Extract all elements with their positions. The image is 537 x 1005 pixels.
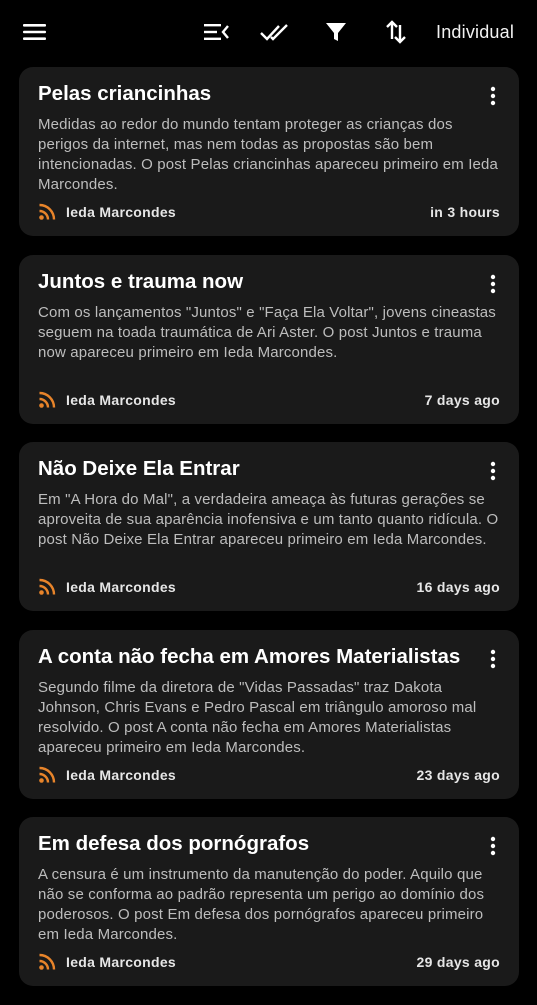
article-time: 7 days ago (424, 391, 500, 408)
article-footer: Ieda Marcondes 23 days ago (38, 765, 500, 785)
filter-icon[interactable] (320, 16, 352, 48)
sort-icon[interactable] (380, 16, 412, 48)
article-source: Ieda Marcondes (66, 391, 177, 408)
collapse-list-icon[interactable] (200, 16, 232, 48)
article-card[interactable]: Não Deixe Ela Entrar Em "A Hora do Mal",… (19, 442, 519, 611)
article-title: Juntos e trauma now (38, 269, 244, 293)
article-time: 16 days ago (416, 579, 500, 595)
article-description: Com os lançamentos "Juntos" e "Faça Ela … (38, 303, 496, 361)
rss-icon (38, 766, 56, 784)
article-source: Ieda Marcondes (66, 204, 177, 220)
view-mode-label[interactable]: Individual (436, 20, 514, 44)
more-vert-icon[interactable] (483, 835, 503, 857)
article-time: 23 days ago (416, 766, 500, 783)
article-list: Pelas criancinhas Medidas ao redor do mu… (19, 67, 519, 1005)
article-footer: Ieda Marcondes 29 days ago (38, 952, 500, 972)
more-vert-icon[interactable] (483, 648, 503, 670)
article-title: Não Deixe Ela Entrar (38, 457, 240, 480)
rss-icon (38, 391, 56, 409)
article-description: Em "A Hora do Mal", a verdadeira ameaça … (38, 491, 499, 548)
menu-icon[interactable] (19, 16, 51, 48)
article-source: Ieda Marcondes (66, 954, 177, 970)
top-app-bar: Individual (0, 0, 537, 64)
article-card[interactable]: Juntos e trauma now Com os lançamentos "… (19, 254, 519, 424)
rss-icon (38, 203, 56, 221)
more-vert-icon[interactable] (483, 460, 503, 482)
article-source: Ieda Marcondes (66, 766, 177, 783)
article-time: in 3 hours (430, 204, 500, 220)
more-vert-icon[interactable] (483, 273, 503, 295)
article-card[interactable]: Em defesa dos pornógrafos A censura é um… (19, 817, 519, 986)
article-title: A conta não fecha em Amores Materialista… (38, 644, 461, 668)
article-time: 29 days ago (416, 954, 500, 970)
more-vert-icon[interactable] (483, 85, 503, 107)
article-footer: Ieda Marcondes 16 days ago (38, 577, 500, 597)
article-title: Em defesa dos pornógrafos (38, 832, 310, 855)
article-footer: Ieda Marcondes 7 days ago (38, 390, 500, 410)
article-description: Segundo filme da diretora de "Vidas Pass… (38, 678, 477, 756)
article-card[interactable]: A conta não fecha em Amores Materialista… (19, 629, 519, 799)
article-title: Pelas criancinhas (38, 82, 212, 105)
article-description: Medidas ao redor do mundo tentam protege… (38, 116, 498, 193)
rss-icon (38, 578, 56, 596)
mark-all-read-icon[interactable] (259, 16, 291, 48)
rss-icon (38, 953, 56, 971)
article-source: Ieda Marcondes (66, 579, 177, 595)
article-description: A censura é um instrumento da manutenção… (38, 866, 485, 943)
article-footer: Ieda Marcondes in 3 hours (38, 202, 500, 222)
article-card[interactable]: Pelas criancinhas Medidas ao redor do mu… (19, 67, 519, 236)
